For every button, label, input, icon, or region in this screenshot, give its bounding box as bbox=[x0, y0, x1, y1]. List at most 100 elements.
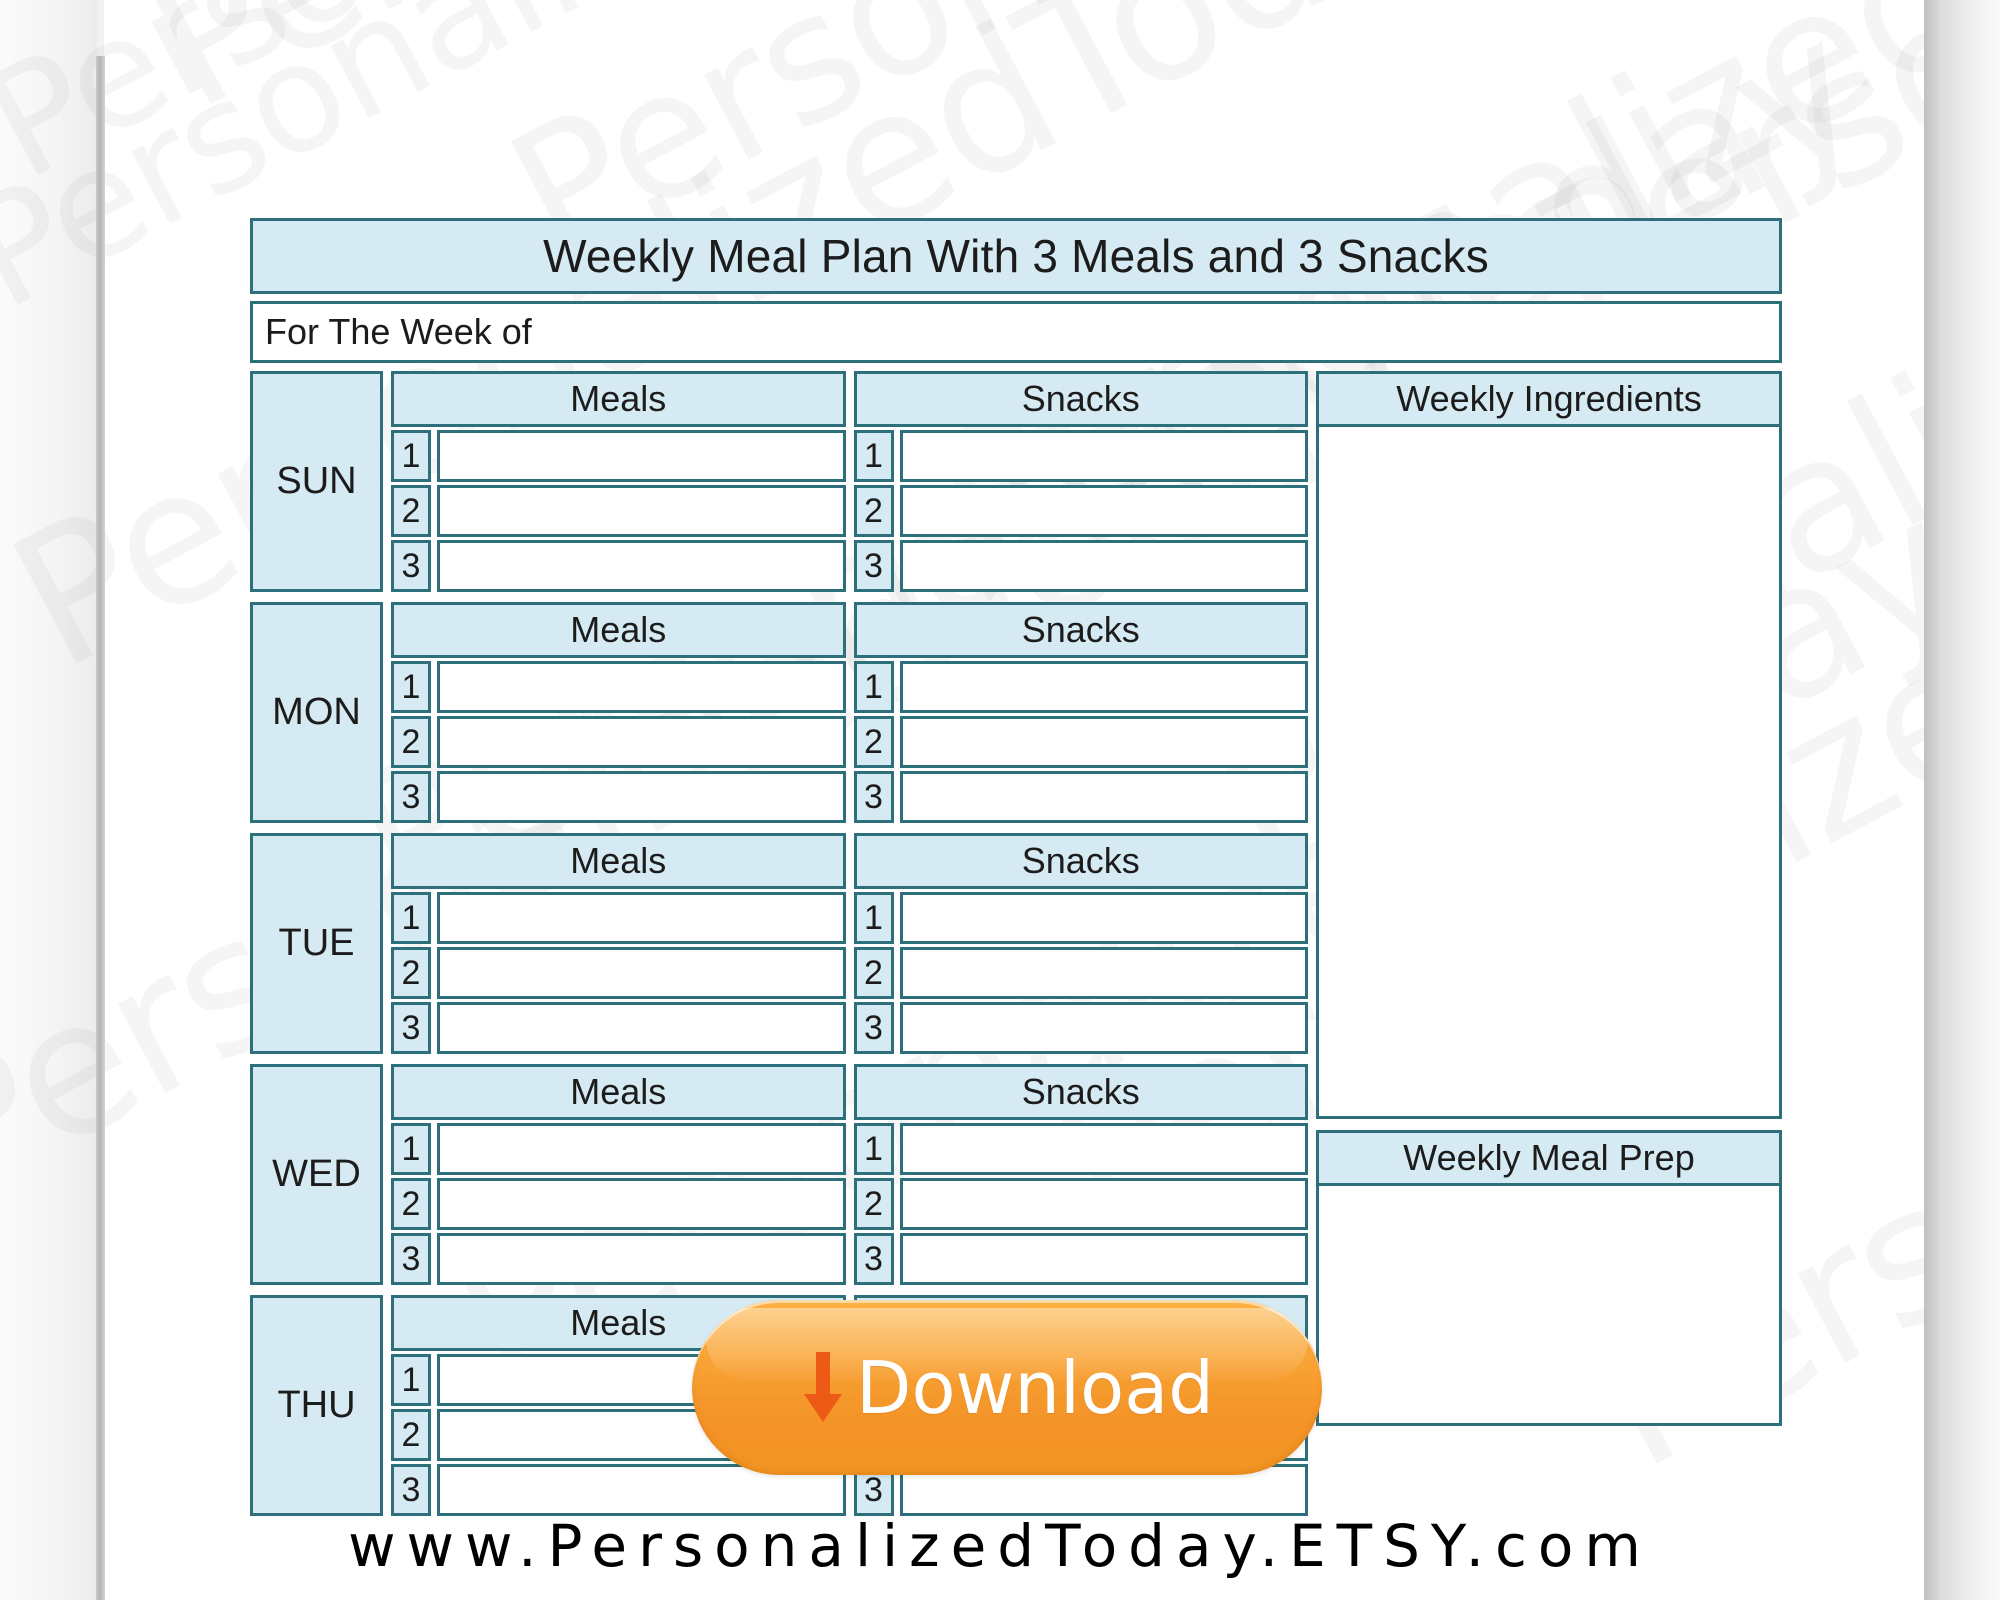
row-number: 3 bbox=[391, 540, 431, 592]
snack-row: 2 bbox=[853, 1178, 1308, 1230]
weekly-meal-prep-input[interactable] bbox=[1316, 1186, 1782, 1426]
meal-input[interactable] bbox=[437, 892, 846, 944]
week-of-field[interactable]: For The Week of bbox=[250, 301, 1782, 363]
row-number: 3 bbox=[853, 1233, 894, 1285]
panel-spacer bbox=[1316, 1119, 1782, 1130]
meal-row: 1 bbox=[391, 661, 846, 713]
day-sections: Meals 1 2 bbox=[391, 833, 1308, 1054]
weekly-ingredients-header: Weekly Ingredients bbox=[1316, 371, 1782, 427]
snack-input[interactable] bbox=[899, 1233, 1308, 1285]
day-block: SUN Meals 1 2 3 Snacks 1 2 3 bbox=[250, 371, 1308, 592]
row-number: 1 bbox=[391, 430, 431, 482]
day-label-tue: TUE bbox=[250, 833, 383, 1054]
snack-row: 3 bbox=[853, 1233, 1308, 1285]
day-label-sun: SUN bbox=[250, 371, 383, 592]
meal-input[interactable] bbox=[437, 1123, 846, 1175]
snacks-rows: 1 2 3 bbox=[853, 430, 1308, 592]
row-number: 2 bbox=[853, 485, 894, 537]
day-label-wed: WED bbox=[250, 1064, 383, 1285]
page-title: Weekly Meal Plan With 3 Meals and 3 Snac… bbox=[250, 218, 1782, 294]
row-number: 3 bbox=[853, 1002, 894, 1054]
row-number: 2 bbox=[391, 485, 431, 537]
snack-input[interactable] bbox=[899, 1123, 1308, 1175]
day-block: TUE Meals 1 2 3 Snacks 1 2 3 bbox=[250, 833, 1308, 1054]
weekly-ingredients-input[interactable] bbox=[1316, 427, 1782, 1119]
snack-row: 3 bbox=[853, 1002, 1308, 1054]
row-number: 1 bbox=[391, 661, 431, 713]
snacks-rows: 1 2 3 bbox=[853, 661, 1308, 823]
page-left-gutter bbox=[0, 0, 97, 1600]
row-number: 1 bbox=[391, 892, 431, 944]
meal-row: 1 bbox=[391, 430, 846, 482]
snack-row: 2 bbox=[853, 716, 1308, 768]
snack-input[interactable] bbox=[899, 540, 1308, 592]
day-block: WED Meals 1 2 3 Snacks 1 2 3 bbox=[250, 1064, 1308, 1285]
meal-input[interactable] bbox=[437, 716, 846, 768]
day-sections: Meals 1 2 bbox=[391, 602, 1308, 823]
snack-input[interactable] bbox=[899, 485, 1308, 537]
down-arrow-icon bbox=[804, 1351, 843, 1422]
snacks-section: Snacks 1 2 bbox=[853, 1064, 1308, 1285]
row-number: 2 bbox=[391, 947, 431, 999]
snacks-header: Snacks bbox=[853, 833, 1308, 889]
meal-input[interactable] bbox=[437, 661, 846, 713]
row-number: 3 bbox=[391, 1464, 431, 1516]
snacks-section: Snacks 1 2 bbox=[853, 602, 1308, 823]
row-number: 1 bbox=[853, 661, 894, 713]
row-number: 2 bbox=[391, 716, 431, 768]
row-number: 1 bbox=[391, 1354, 431, 1406]
meal-input[interactable] bbox=[437, 430, 846, 482]
snack-row: 1 bbox=[853, 1123, 1308, 1175]
meal-row: 3 bbox=[391, 771, 846, 823]
row-number: 2 bbox=[391, 1409, 431, 1461]
row-number: 1 bbox=[853, 1123, 894, 1175]
meal-row: 2 bbox=[391, 947, 846, 999]
row-number: 1 bbox=[391, 1123, 431, 1175]
row-number: 3 bbox=[391, 1233, 431, 1285]
meal-input[interactable] bbox=[437, 1178, 846, 1230]
snacks-header: Snacks bbox=[853, 371, 1308, 427]
snack-input[interactable] bbox=[899, 771, 1308, 823]
side-panels-column: Weekly Ingredients Weekly Meal Prep bbox=[1316, 371, 1782, 1426]
meal-input[interactable] bbox=[437, 1233, 846, 1285]
row-number: 2 bbox=[853, 947, 894, 999]
meal-row: 1 bbox=[391, 1123, 846, 1175]
snack-row: 3 bbox=[853, 540, 1308, 592]
meal-input[interactable] bbox=[437, 1002, 846, 1054]
snack-input[interactable] bbox=[899, 1178, 1308, 1230]
download-button[interactable]: Download bbox=[692, 1300, 1322, 1475]
snack-input[interactable] bbox=[899, 430, 1308, 482]
meals-rows: 1 2 3 bbox=[391, 661, 846, 823]
meal-row: 3 bbox=[391, 1233, 846, 1285]
snack-input[interactable] bbox=[899, 661, 1308, 713]
download-button-label: Download bbox=[856, 1345, 1214, 1430]
snack-input[interactable] bbox=[899, 716, 1308, 768]
page-left-edge-shadow bbox=[96, 56, 105, 1600]
snack-input[interactable] bbox=[899, 1002, 1308, 1054]
site-url-watermark: www.PersonalizedToday.ETSY.com bbox=[348, 1512, 1652, 1580]
meals-rows: 1 2 3 bbox=[391, 430, 846, 592]
meal-input[interactable] bbox=[437, 485, 846, 537]
snack-row: 1 bbox=[853, 661, 1308, 713]
day-label-mon: MON bbox=[250, 602, 383, 823]
snack-input[interactable] bbox=[899, 947, 1308, 999]
meals-header: Meals bbox=[391, 602, 846, 658]
meals-section: Meals 1 2 3 bbox=[391, 602, 846, 823]
meal-input[interactable] bbox=[437, 947, 846, 999]
snack-row: 2 bbox=[853, 947, 1308, 999]
snack-input[interactable] bbox=[899, 892, 1308, 944]
row-number: 2 bbox=[853, 1178, 894, 1230]
meals-rows: 1 2 3 bbox=[391, 1123, 846, 1285]
meal-input[interactable] bbox=[437, 540, 846, 592]
meals-section: Meals 1 2 3 bbox=[391, 833, 846, 1054]
meal-row: 3 bbox=[391, 540, 846, 592]
meal-input[interactable] bbox=[437, 771, 846, 823]
page-right-edge-shadow bbox=[1924, 0, 2000, 1600]
snacks-header: Snacks bbox=[853, 1064, 1308, 1120]
meals-header: Meals bbox=[391, 833, 846, 889]
row-number: 2 bbox=[391, 1178, 431, 1230]
meal-row: 2 bbox=[391, 485, 846, 537]
snack-row: 2 bbox=[853, 485, 1308, 537]
snacks-rows: 1 2 3 bbox=[853, 892, 1308, 1054]
download-button-content: Download bbox=[800, 1346, 1214, 1430]
